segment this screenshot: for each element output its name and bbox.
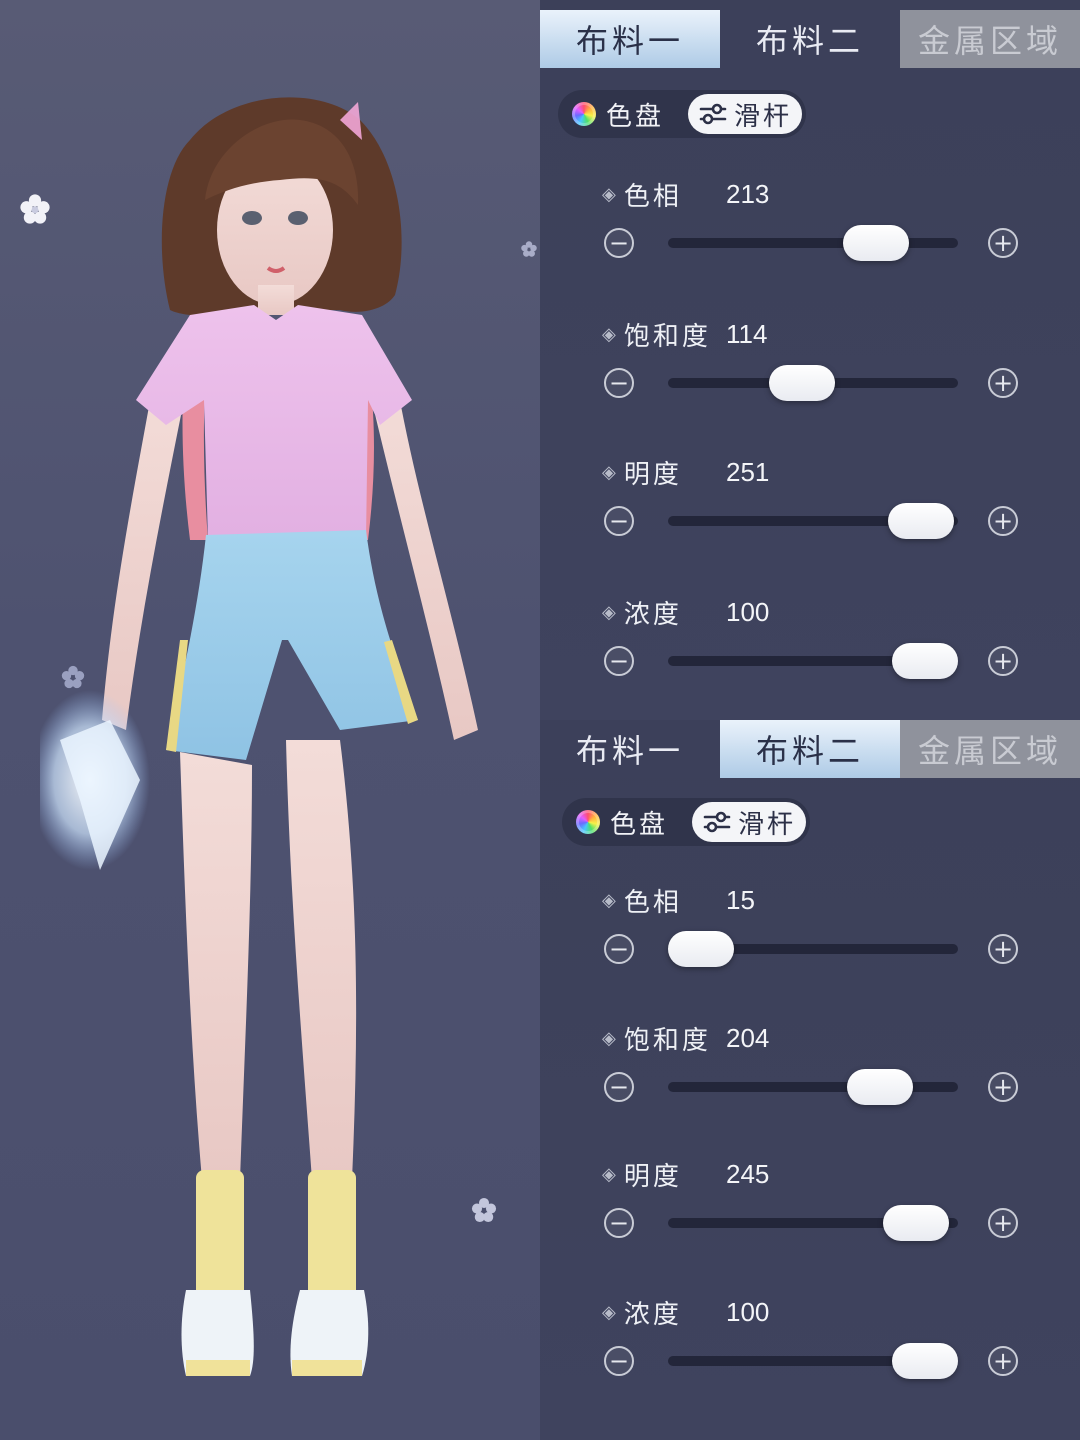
slider-knob[interactable] (883, 1205, 949, 1241)
mode-switch: 色盘 滑杆 (558, 90, 806, 138)
diamond-icon: ◈ (602, 1163, 616, 1185)
slider-knob[interactable] (847, 1069, 913, 1105)
slider-knob[interactable] (888, 503, 954, 539)
slider-label: 浓度 (623, 599, 682, 630)
slider-value: 245 (726, 1158, 770, 1189)
slider-track[interactable] (668, 643, 958, 679)
slider-knob[interactable] (668, 931, 734, 967)
plus-circle-icon[interactable]: + (988, 506, 1018, 536)
slider-row-saturation: ◈ 饱和度 204 − + (600, 1018, 1020, 1128)
slider-track[interactable] (668, 1205, 958, 1241)
diamond-icon: ◈ (602, 601, 616, 623)
slider-track[interactable] (668, 503, 958, 539)
diamond-icon: ◈ (602, 889, 616, 911)
slider-label: 明度 (623, 459, 682, 490)
slider-track[interactable] (668, 1069, 958, 1105)
slider-value: 100 (726, 596, 770, 627)
slider-row-hue: ◈ 色相 15 − + (600, 880, 1020, 990)
palette-mode-label: 色盘 (610, 809, 669, 840)
slider-value: 15 (726, 884, 755, 915)
plus-circle-icon[interactable]: + (988, 1072, 1018, 1102)
palette-mode-label: 色盘 (606, 101, 665, 132)
slider-mode-label: 滑杆 (733, 101, 792, 132)
tab-bar: 布料一 布料二 金属区域 (540, 720, 1080, 778)
minus-circle-icon[interactable]: − (604, 1208, 634, 1238)
plus-circle-icon[interactable]: + (988, 934, 1018, 964)
character-preview (0, 0, 540, 1440)
slider-settings-icon (699, 103, 727, 125)
slider-label: 饱和度 (623, 1025, 711, 1056)
plus-circle-icon[interactable]: + (988, 1208, 1018, 1238)
slider-track[interactable] (668, 225, 958, 261)
tab-bar: 布料一 布料二 金属区域 (540, 10, 1080, 68)
tab-fabric-2[interactable]: 布料二 (720, 10, 900, 68)
slider-track[interactable] (668, 931, 958, 967)
slider-row-brightness: ◈ 明度 245 − + (600, 1154, 1020, 1264)
diamond-icon: ◈ (602, 1027, 616, 1049)
slider-row-intensity: ◈ 浓度 100 − + (600, 1292, 1020, 1402)
plus-circle-icon[interactable]: + (988, 646, 1018, 676)
minus-circle-icon[interactable]: − (604, 1072, 634, 1102)
plus-circle-icon[interactable]: + (988, 368, 1018, 398)
slider-mode-button[interactable]: 滑杆 (688, 94, 802, 134)
diamond-icon: ◈ (602, 1301, 616, 1323)
tab-metal-area[interactable]: 金属区域 (900, 10, 1080, 68)
minus-circle-icon[interactable]: − (604, 646, 634, 676)
slider-value: 114 (726, 318, 768, 349)
slider-knob[interactable] (769, 365, 835, 401)
slider-row-saturation: ◈ 饱和度 114 − + (600, 314, 1020, 424)
tab-metal-area[interactable]: 金属区域 (900, 720, 1080, 778)
minus-circle-icon[interactable]: − (604, 934, 634, 964)
minus-circle-icon[interactable]: − (604, 1346, 634, 1376)
diamond-icon: ◈ (602, 323, 616, 345)
slider-mode-button[interactable]: 滑杆 (692, 802, 806, 842)
slider-label: 饱和度 (623, 321, 711, 352)
minus-circle-icon[interactable]: − (604, 506, 634, 536)
slider-row-brightness: ◈ 明度 251 − + (600, 452, 1020, 562)
palette-mode-button[interactable]: 色盘 (572, 90, 664, 138)
slider-label: 色相 (623, 181, 682, 212)
diamond-icon: ◈ (602, 183, 616, 205)
fabric-color-panel-1: 布料一 布料二 金属区域 色盘 滑杆 ◈ 色相 213 − + ◈ 饱和度 114 … (540, 0, 1080, 720)
slider-label: 色相 (623, 887, 682, 918)
slider-value: 213 (726, 178, 770, 209)
slider-track[interactable] (668, 1343, 958, 1379)
slider-row-intensity: ◈ 浓度 100 − + (600, 592, 1020, 702)
plus-circle-icon[interactable]: + (988, 228, 1018, 258)
color-wheel-icon (576, 810, 600, 834)
slider-knob[interactable] (843, 225, 909, 261)
slider-mode-label: 滑杆 (737, 809, 796, 840)
slider-label: 浓度 (623, 1299, 682, 1330)
minus-circle-icon[interactable]: − (604, 228, 634, 258)
tab-fabric-1[interactable]: 布料一 (540, 10, 720, 68)
sparkle-icon (521, 241, 537, 257)
tab-fabric-2[interactable]: 布料二 (720, 720, 900, 778)
color-wheel-icon (572, 102, 596, 126)
slider-knob[interactable] (892, 643, 958, 679)
slider-knob[interactable] (892, 1343, 958, 1379)
slider-settings-icon (703, 811, 731, 833)
slider-label: 明度 (623, 1161, 682, 1192)
palette-mode-button[interactable]: 色盘 (576, 798, 668, 846)
diamond-icon: ◈ (602, 461, 616, 483)
mode-switch: 色盘 滑杆 (562, 798, 810, 846)
slider-value: 204 (726, 1022, 770, 1053)
slider-value: 100 (726, 1296, 770, 1327)
character-avatar (40, 97, 478, 1376)
minus-circle-icon[interactable]: − (604, 368, 634, 398)
fabric-color-panel-2: 布料一 布料二 金属区域 色盘 滑杆 ◈ 色相 15 − + ◈ 饱和度 204 − (540, 720, 1080, 1440)
slider-row-hue: ◈ 色相 213 − + (600, 174, 1020, 284)
slider-track[interactable] (668, 365, 958, 401)
slider-value: 251 (726, 456, 770, 487)
plus-circle-icon[interactable]: + (988, 1346, 1018, 1376)
tab-fabric-1[interactable]: 布料一 (540, 720, 720, 778)
